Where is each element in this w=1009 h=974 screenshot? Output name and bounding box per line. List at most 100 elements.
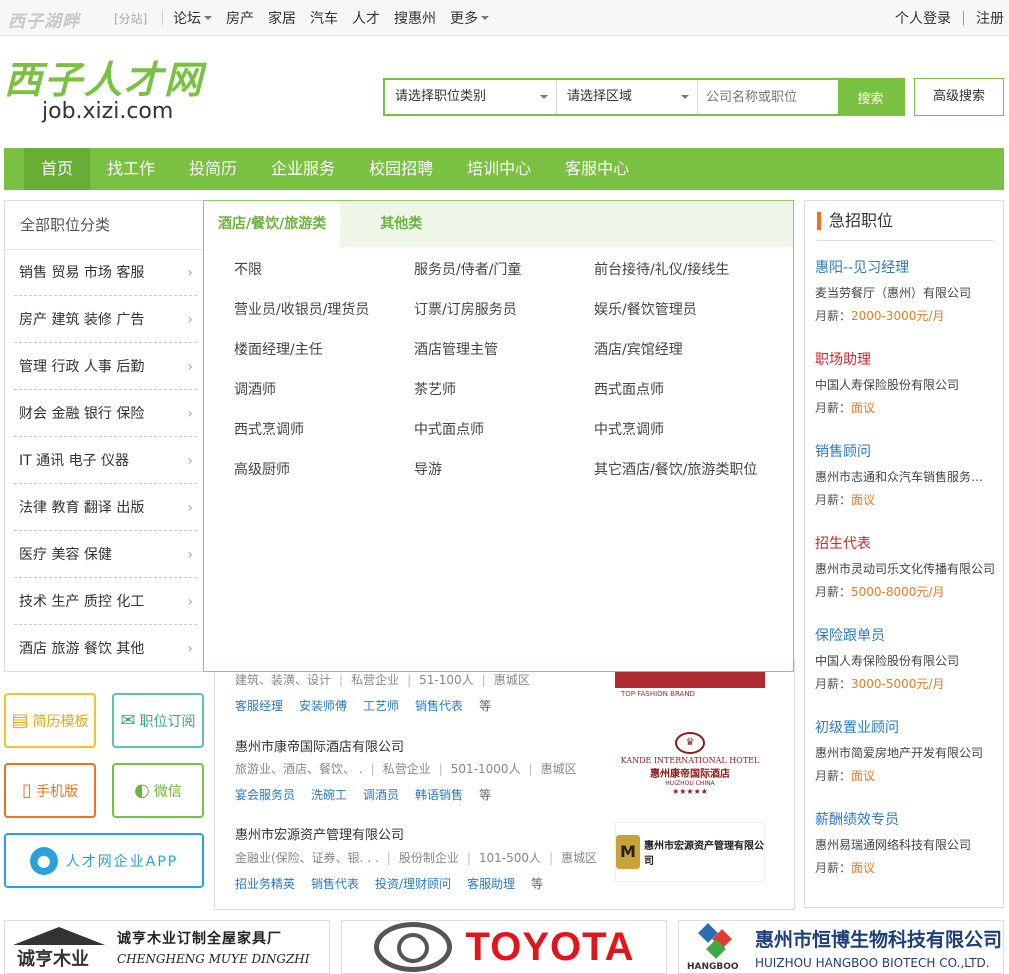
- category-label: 医疗 美容 保健: [19, 547, 112, 563]
- topnav-car[interactable]: 汽车: [310, 8, 338, 28]
- job-company[interactable]: 惠州市灵动司乐文化传播有限公司: [815, 560, 995, 577]
- job-link[interactable]: 客服助理: [467, 877, 515, 891]
- job-title-link[interactable]: 职场助理: [815, 350, 995, 370]
- category-item-management[interactable]: 管理 行政 人事 后勤 ›: [14, 344, 197, 390]
- job-link[interactable]: 销售代表: [415, 699, 463, 713]
- nav-training[interactable]: 培训中心: [450, 148, 548, 190]
- subcategory-item[interactable]: 中式烹调师: [594, 419, 664, 439]
- nav-campus[interactable]: 校园招聘: [352, 148, 450, 190]
- company-logo[interactable]: M 惠州市宏源资产管理有限公司: [615, 822, 765, 882]
- job-link[interactable]: 工艺师: [363, 699, 399, 713]
- job-title-link[interactable]: 销售顾问: [815, 442, 995, 462]
- job-subscribe-button[interactable]: ✉ 职位订阅: [112, 693, 204, 748]
- ad-hangboo[interactable]: HANGBOO 惠州市恒博生物科技有限公司 HUIZHOU HANGBOO BI…: [678, 920, 1004, 974]
- subcategory-item[interactable]: 服务员/侍者/门童: [414, 259, 521, 279]
- category-label: 技术 生产 质控 化工: [19, 594, 145, 610]
- job-link[interactable]: 招业务精英: [235, 877, 295, 891]
- subcategory-item[interactable]: 前台接待/礼仪/接线生: [594, 259, 729, 279]
- subcategory-item[interactable]: 茶艺师: [414, 379, 456, 399]
- nav-submit-resume[interactable]: 投简历: [172, 148, 254, 190]
- subcategory-item[interactable]: 西式面点师: [594, 379, 664, 399]
- category-item-realestate[interactable]: 房产 建筑 装修 广告 ›: [14, 297, 197, 343]
- topnav-home[interactable]: 家居: [268, 8, 296, 28]
- subcategory-item[interactable]: 楼面经理/主任: [234, 339, 323, 359]
- job-link[interactable]: 销售代表: [311, 877, 359, 891]
- advanced-search-button[interactable]: 高级搜索: [914, 78, 1004, 116]
- chevron-down-icon: [681, 95, 689, 99]
- job-link[interactable]: 韩语销售: [415, 788, 463, 802]
- company-name[interactable]: 惠州市康帝国际酒店有限公司: [235, 736, 404, 755]
- job-salary: 月薪：面议: [815, 859, 995, 876]
- wechat-button[interactable]: ◐ 微信: [112, 763, 204, 818]
- job-title-link[interactable]: 惠阳--见习经理: [815, 258, 995, 278]
- subcategory-item[interactable]: 中式面点师: [414, 419, 484, 439]
- subcategory-item[interactable]: 高级厨师: [234, 459, 290, 479]
- job-link[interactable]: 调酒员: [363, 788, 399, 802]
- job-company[interactable]: 中国人寿保险股份有限公司: [815, 376, 995, 393]
- nav-service[interactable]: 客服中心: [548, 148, 646, 190]
- subcategory-item[interactable]: 酒店/宾馆经理: [594, 339, 683, 359]
- job-link[interactable]: 投资/理财顾问: [375, 877, 451, 891]
- job-title-link[interactable]: 招生代表: [815, 534, 995, 554]
- category-item-finance[interactable]: 财会 金融 银行 保险 ›: [14, 391, 197, 437]
- company-name[interactable]: 惠州市宏源资产管理有限公司: [235, 824, 404, 843]
- category-item-hotel[interactable]: 酒店 旅游 餐饮 其他 ›: [14, 626, 197, 672]
- salary-value: 面议: [851, 401, 876, 415]
- enterprise-app-label: 人才网企业APP: [65, 853, 179, 870]
- topnav-forum[interactable]: 论坛: [173, 8, 212, 28]
- job-company[interactable]: 惠州市志通和众汽车销售服务有限公司: [815, 468, 995, 485]
- subcategory-item[interactable]: 营业员/收银员/理货员: [234, 299, 369, 319]
- category-select[interactable]: 请选择职位类别: [385, 80, 557, 114]
- login-link[interactable]: 个人登录: [895, 8, 951, 28]
- category-item-medical[interactable]: 医疗 美容 保健 ›: [14, 532, 197, 578]
- company-logo[interactable]: ♛ KANDE INTERNATIONAL HOTEL 惠州康帝国际酒店 HUI…: [615, 730, 765, 798]
- topnav-house[interactable]: 房产: [226, 8, 254, 28]
- job-title-link[interactable]: 保险跟单员: [815, 626, 995, 646]
- brand-logo[interactable]: 西子人才网 job.xizi.com: [4, 60, 204, 124]
- nav-find-job[interactable]: 找工作: [90, 148, 172, 190]
- ad-toyota[interactable]: TOYOTA: [341, 920, 667, 974]
- category-item-law[interactable]: 法律 教育 翻译 出版 ›: [14, 485, 197, 531]
- job-company[interactable]: 惠州市简爱房地产开发有限公司: [815, 744, 995, 761]
- job-company[interactable]: 中国人寿保险股份有限公司: [815, 652, 995, 669]
- category-item-sales[interactable]: 销售 贸易 市场 客服 ›: [14, 250, 197, 296]
- subcategory-item[interactable]: 其它酒店/餐饮/旅游类职位: [594, 459, 757, 479]
- topnav-search-huizhou[interactable]: 搜惠州: [394, 8, 436, 28]
- mobile-version-button[interactable]: ▯ 手机版: [4, 763, 96, 818]
- subcategory-item[interactable]: 导游: [414, 459, 442, 479]
- subcategory-item[interactable]: 娱乐/餐饮管理员: [594, 299, 697, 319]
- job-title-link[interactable]: 薪酬绩效专员: [815, 810, 995, 830]
- job-link[interactable]: 宴会服务员: [235, 788, 295, 802]
- job-company[interactable]: 惠州易瑞通网络科技有限公司: [815, 836, 995, 853]
- nav-enterprise[interactable]: 企业服务: [254, 148, 352, 190]
- nav-home[interactable]: 首页: [24, 148, 91, 190]
- tab-hotel-catering[interactable]: 酒店/餐饮/旅游类: [204, 201, 341, 247]
- tab-other[interactable]: 其他类: [366, 201, 436, 247]
- job-company[interactable]: 麦当劳餐厅（惠州）有限公司: [815, 284, 995, 301]
- topnav-talent[interactable]: 人才: [352, 8, 380, 28]
- site-logo[interactable]: 西子湖畔: [8, 7, 80, 32]
- subcategory-item[interactable]: 西式烹调师: [234, 419, 304, 439]
- branch-link[interactable]: [分站]: [114, 10, 147, 27]
- subcategory-item[interactable]: 订票/订房服务员: [414, 299, 517, 319]
- job-link[interactable]: 安装师傅: [299, 699, 347, 713]
- ad-chengheng[interactable]: 诚亨木业 诚亨木业订制全屋家具厂 CHENGHENG MUYE DINGZHI: [4, 920, 330, 974]
- category-item-tech[interactable]: 技术 生产 质控 化工 ›: [14, 579, 197, 625]
- keyword-input[interactable]: [698, 80, 838, 114]
- register-link[interactable]: 注册: [976, 8, 1004, 28]
- job-link[interactable]: 洗碗工: [311, 788, 347, 802]
- topnav-more[interactable]: 更多: [450, 8, 489, 28]
- search-button[interactable]: 搜索: [838, 80, 903, 114]
- subcategory-item[interactable]: 调酒师: [234, 379, 276, 399]
- job-title-link[interactable]: 初级置业顾问: [815, 718, 995, 738]
- enterprise-app-button[interactable]: ● 人才网企业APP: [4, 833, 204, 888]
- subcategory-item[interactable]: 不限: [234, 259, 262, 279]
- subcategory-item[interactable]: 酒店管理主管: [414, 339, 498, 359]
- company-size: 101-500人: [478, 851, 542, 865]
- job-link[interactable]: 客服经理: [235, 699, 283, 713]
- etc-text: 等: [479, 699, 492, 713]
- category-item-it[interactable]: IT 通讯 电子 仪器 ›: [14, 438, 197, 484]
- resume-template-button[interactable]: ▤ 简历模板: [4, 693, 96, 748]
- urgent-jobs-panel: 急招职位 惠阳--见习经理 麦当劳餐厅（惠州）有限公司 月薪：2000-3000…: [804, 200, 1004, 908]
- area-select[interactable]: 请选择区域: [557, 80, 698, 114]
